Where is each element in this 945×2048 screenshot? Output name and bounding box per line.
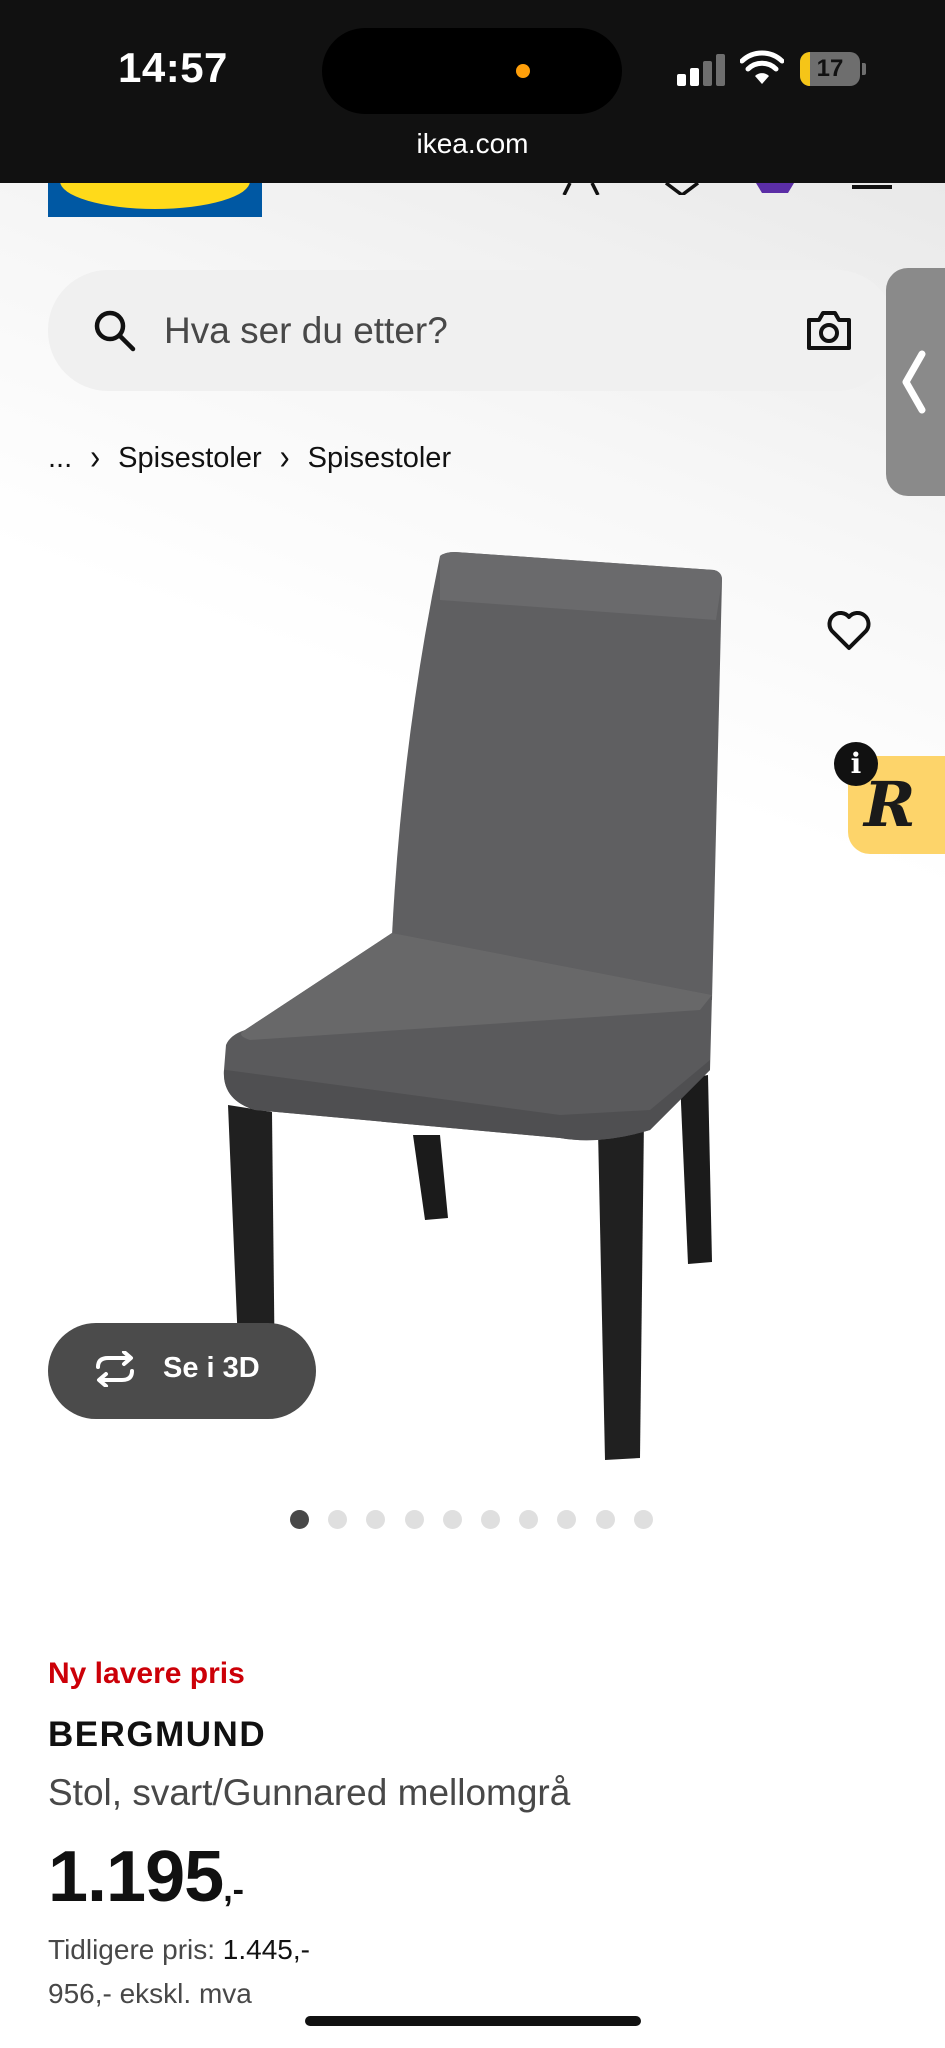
camera-icon[interactable] <box>806 308 852 352</box>
status-time: 14:57 <box>118 44 228 91</box>
ikea-logo[interactable] <box>48 183 262 217</box>
product-description: Stol, svart/Gunnared mellomgrå <box>48 1772 571 1813</box>
carousel-dot[interactable] <box>366 1510 386 1529</box>
rotate-3d-icon <box>96 1351 134 1387</box>
carousel-dot[interactable] <box>328 1510 348 1529</box>
price-amount: 1.195 <box>48 1837 224 1917</box>
browser-url[interactable]: ikea.com <box>0 128 945 160</box>
new-lower-price-badge: Ny lavere pris <box>48 1657 245 1690</box>
side-panel-tab[interactable] <box>886 268 945 496</box>
breadcrumb-item[interactable]: Spisestoler <box>308 442 451 475</box>
dynamic-island <box>322 28 622 114</box>
image-carousel-dots[interactable] <box>290 1510 672 1530</box>
price-suffix: ,- <box>223 1871 244 1909</box>
search-icon[interactable] <box>92 308 136 352</box>
breadcrumb: ... › Spisestoler › Spisestoler <box>48 437 451 478</box>
carousel-dot[interactable] <box>442 1510 462 1529</box>
view-in-3d-button[interactable]: Se i 3D <box>48 1323 316 1419</box>
heart-icon[interactable] <box>662 183 702 195</box>
battery-icon: 17 <box>800 52 866 86</box>
carousel-dot[interactable] <box>633 1510 653 1529</box>
menu-icon[interactable] <box>852 183 892 191</box>
view-in-3d-label: Se i 3D <box>163 1352 260 1384</box>
previous-price-label: Tidligere pris: <box>48 1934 216 1965</box>
search-bar[interactable] <box>48 270 896 391</box>
chevron-left-icon <box>902 350 926 414</box>
search-input[interactable] <box>164 306 724 356</box>
breadcrumb-ellipsis[interactable]: ... <box>48 442 72 475</box>
product-name: BERGMUND <box>48 1715 267 1754</box>
previous-price: Tidligere pris: 1.445,- <box>48 1934 310 1966</box>
recording-indicator-dot <box>516 64 530 78</box>
previous-price-value: 1.445,- <box>222 1934 310 1965</box>
info-icon[interactable]: i <box>834 742 878 786</box>
breadcrumb-item[interactable]: Spisestoler <box>118 442 261 475</box>
carousel-dot[interactable] <box>404 1510 424 1529</box>
status-bar: 14:57 17 ikea.com <box>0 0 945 183</box>
home-indicator[interactable] <box>305 2016 641 2026</box>
carousel-dot[interactable] <box>519 1510 539 1529</box>
carousel-dot[interactable] <box>557 1510 577 1529</box>
product-price: 1.195,- <box>48 1836 244 1918</box>
cellular-signal-icon <box>677 54 725 86</box>
account-icon[interactable] <box>560 183 602 195</box>
add-to-favorites-heart-icon[interactable] <box>826 610 872 652</box>
carousel-dot[interactable] <box>480 1510 500 1529</box>
carousel-dot-active[interactable] <box>290 1510 309 1529</box>
battery-level: 17 <box>816 55 844 82</box>
chevron-right-icon: › <box>279 437 290 478</box>
carousel-dot[interactable] <box>595 1510 615 1529</box>
bag-icon[interactable] <box>754 183 796 193</box>
wifi-icon <box>740 50 784 84</box>
price-excl-vat: 956,- ekskl. mva <box>48 1978 252 2009</box>
chevron-right-icon: › <box>90 437 101 478</box>
